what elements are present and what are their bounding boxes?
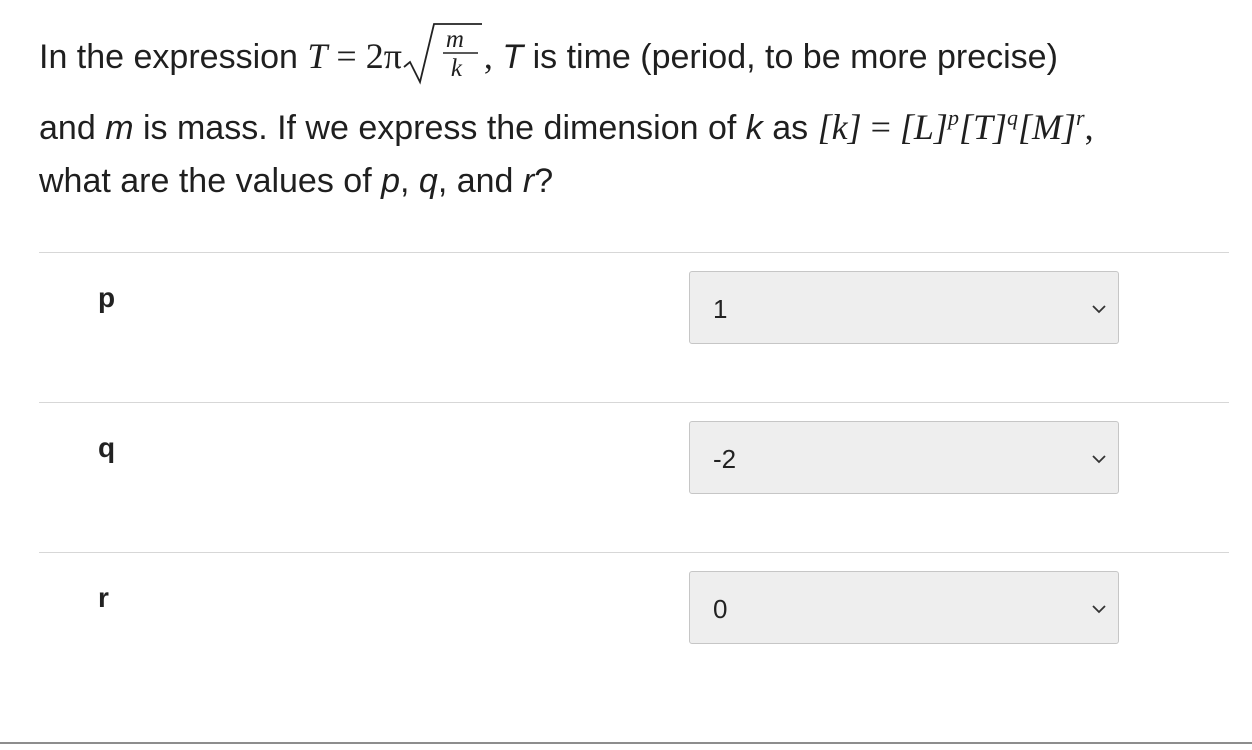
dimension-equals: = <box>861 107 900 147</box>
text-variable-q: q <box>418 162 438 200</box>
question-text-segment: , and <box>437 162 523 200</box>
dimension-k: [k] <box>817 107 862 147</box>
select-r-value: 0 <box>713 594 728 624</box>
formula-coefficient: 2π <box>365 35 402 76</box>
question-line-3: what are the values of p, q, and r? <box>39 164 553 198</box>
text-variable-T: T <box>502 37 524 76</box>
text-variable-m: m <box>105 109 134 147</box>
exponent-q: q <box>1006 105 1018 130</box>
row-label-r: r <box>98 582 109 613</box>
dimension-M: [M] <box>1017 107 1076 147</box>
formula-variable-T: T <box>307 35 328 76</box>
dimension-L: [L] <box>899 107 948 147</box>
chevron-down-icon <box>1092 605 1106 614</box>
formula-comma: , <box>483 35 493 76</box>
row-label-p: p <box>98 282 116 313</box>
select-q-value: -2 <box>713 444 737 474</box>
exponent-p: p <box>947 105 959 130</box>
row-divider <box>39 402 1229 403</box>
dimension-comma: , <box>1084 107 1094 147</box>
select-p[interactable]: 1 <box>689 271 1119 344</box>
select-p-value: 1 <box>713 294 728 324</box>
question-text-segment: ? <box>534 162 554 200</box>
question-text-segment: In the expression <box>39 37 308 76</box>
square-root-fraction: m k <box>402 22 484 86</box>
fraction-numerator: m <box>445 26 464 53</box>
square-root-symbol <box>403 23 482 85</box>
chevron-down-icon <box>1092 305 1106 314</box>
select-r[interactable]: 0 <box>689 571 1119 644</box>
row-divider <box>39 552 1229 553</box>
question-text-segment: and <box>39 109 106 147</box>
row-label-q: q <box>98 432 116 463</box>
chevron-down-icon <box>1092 455 1106 464</box>
question-text-segment: , <box>400 162 419 200</box>
text-variable-p: p <box>381 162 401 200</box>
question-text-segment: what are the values of <box>39 162 382 200</box>
text-variable-k: k <box>745 109 763 147</box>
dimension-T: [T] <box>958 107 1007 147</box>
select-q[interactable]: -2 <box>689 421 1119 494</box>
text-variable-r: r <box>522 162 535 200</box>
question-line-1: In the expression T = 2π m k , T is time… <box>39 23 1058 86</box>
question-text-segment: is mass. If we express the dimension of <box>133 109 746 147</box>
row-divider <box>39 252 1229 253</box>
bottom-divider <box>0 742 1252 744</box>
question-text-segment: as <box>762 109 818 147</box>
formula-equals: = <box>327 35 366 76</box>
exponent-r: r <box>1076 105 1085 130</box>
question-text-segment: is time (period, to be more precise) <box>523 37 1058 76</box>
question-line-2: and m is mass. If we express the dimensi… <box>39 107 1094 147</box>
fraction-denominator: k <box>450 55 463 82</box>
